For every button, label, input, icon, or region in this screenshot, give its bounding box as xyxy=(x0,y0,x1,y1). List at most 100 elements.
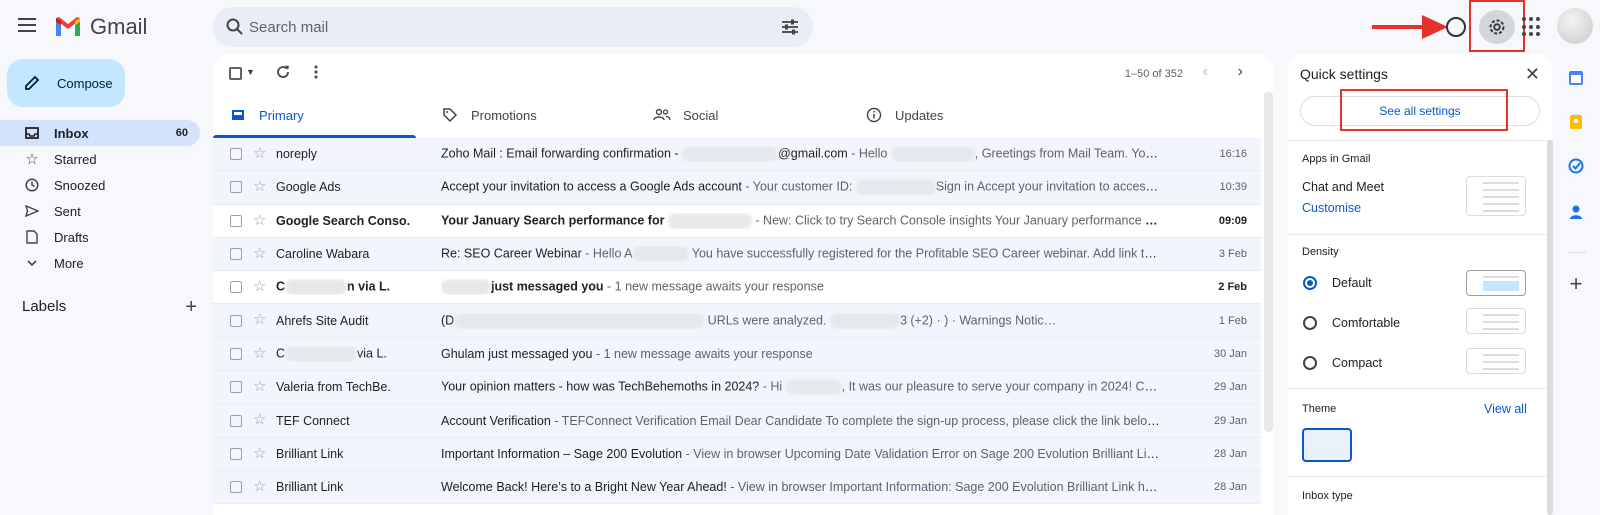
density-compact-preview xyxy=(1466,348,1526,374)
star-icon[interactable]: ☆ xyxy=(253,412,266,427)
theme-view-all-link[interactable]: View all xyxy=(1484,402,1527,416)
tab-label: Promotions xyxy=(471,107,537,123)
star-icon[interactable]: ☆ xyxy=(253,479,266,494)
main-menu-icon[interactable] xyxy=(18,15,40,37)
email-content: (D URLs were analyzed. 3 (+2) · ) · Warn… xyxy=(441,312,1161,329)
email-row[interactable]: ☆ Ahrefs Site Audit (D URLs were analyze… xyxy=(213,304,1261,338)
row-checkbox[interactable] xyxy=(230,148,242,161)
apps-value: Chat and Meet xyxy=(1302,180,1384,194)
sidebar-item-starred[interactable]: ☆ Starred xyxy=(0,146,200,172)
search-bar[interactable] xyxy=(213,7,813,47)
redacted-text xyxy=(855,179,936,196)
email-row[interactable]: ☆ Cn via L. just messaged you - 1 new me… xyxy=(213,271,1261,305)
tab-social[interactable]: Social xyxy=(637,92,849,138)
email-snippet: - TEFConnect Verification Email Dear Can… xyxy=(550,413,1161,428)
density-compact-label[interactable]: Compact xyxy=(1332,356,1382,370)
refresh-icon[interactable] xyxy=(275,64,291,80)
star-icon[interactable]: ☆ xyxy=(253,279,266,294)
search-options-icon[interactable] xyxy=(781,18,799,36)
add-addon-icon[interactable]: + xyxy=(1566,271,1586,296)
email-row[interactable]: ☆ Cvia L. Ghulam just messaged you - 1 n… xyxy=(213,337,1261,372)
star-icon[interactable]: ☆ xyxy=(253,213,266,228)
density-comfortable-radio[interactable] xyxy=(1303,316,1317,330)
contacts-icon[interactable] xyxy=(1566,202,1586,222)
row-checkbox[interactable] xyxy=(230,414,242,427)
see-all-settings-highlight xyxy=(1340,89,1508,131)
density-comfortable-label[interactable]: Comfortable xyxy=(1332,316,1400,330)
calendar-icon[interactable] xyxy=(1566,68,1586,88)
search-input[interactable] xyxy=(249,7,729,47)
star-icon[interactable]: ☆ xyxy=(253,246,266,261)
email-subject: (D xyxy=(441,312,455,327)
quick-settings-scrollbar[interactable] xyxy=(1547,140,1553,515)
row-checkbox[interactable] xyxy=(230,281,242,294)
email-row[interactable]: ☆ Valeria from TechBe. Your opinion matt… xyxy=(213,371,1261,405)
row-checkbox[interactable] xyxy=(230,347,242,360)
email-sender: TEF Connect xyxy=(276,413,350,428)
email-content: Welcome Back! Here’s to a Bright New Yea… xyxy=(441,480,1161,494)
row-checkbox[interactable] xyxy=(230,248,242,261)
email-row[interactable]: ☆ Google Search Conso. Your January Sear… xyxy=(213,204,1261,238)
gmail-logo[interactable]: Gmail xyxy=(54,14,147,40)
email-subject: Re: SEO Career Webinar xyxy=(441,246,582,261)
sidebar-item-sent[interactable]: Sent xyxy=(0,198,200,224)
email-date: 3 Feb xyxy=(1218,248,1247,261)
density-default-label[interactable]: Default xyxy=(1332,276,1372,290)
sidebar-item-inbox[interactable]: Inbox 60 xyxy=(0,120,200,146)
star-icon[interactable]: ☆ xyxy=(253,312,266,327)
density-compact-radio[interactable] xyxy=(1303,356,1317,370)
compose-button[interactable]: Compose xyxy=(7,59,125,107)
search-icon[interactable] xyxy=(225,17,245,37)
density-default-radio[interactable] xyxy=(1303,276,1317,290)
help-icon[interactable] xyxy=(1446,17,1466,37)
row-checkbox[interactable] xyxy=(230,381,242,394)
redacted-text xyxy=(285,345,358,362)
email-row[interactable]: ☆ TEF Connect Account Verification - TEF… xyxy=(213,404,1261,438)
add-label-button[interactable]: + xyxy=(185,296,197,319)
email-date: 28 Jan xyxy=(1213,447,1247,460)
settings-button[interactable] xyxy=(1479,10,1515,44)
sidebar-item-more[interactable]: More xyxy=(0,250,200,276)
mail-list-scrollbar[interactable] xyxy=(1264,92,1273,432)
email-row[interactable]: ☆ Caroline Wabara Re: SEO Career Webinar… xyxy=(213,237,1261,272)
google-apps-icon[interactable] xyxy=(1522,17,1542,37)
row-checkbox[interactable] xyxy=(230,214,242,227)
email-snippet: - View in browser Important Information:… xyxy=(730,480,1161,495)
email-row[interactable]: ☆ Brilliant Link Welcome Back! Here’s to… xyxy=(213,470,1261,505)
tab-primary[interactable]: Primary xyxy=(213,92,425,138)
more-vert-icon[interactable] xyxy=(308,64,324,80)
keep-icon[interactable] xyxy=(1566,112,1586,132)
next-page-icon[interactable]: › xyxy=(1238,63,1243,81)
previous-page-icon[interactable]: ‹ xyxy=(1203,63,1208,81)
tab-promotions[interactable]: Promotions xyxy=(425,92,637,138)
people-icon xyxy=(653,106,671,124)
email-date: 28 Jan xyxy=(1213,481,1247,494)
email-row[interactable]: ☆ Google Ads Accept your invitation to a… xyxy=(213,171,1261,205)
row-checkbox[interactable] xyxy=(230,181,242,194)
sidebar-item-drafts[interactable]: Drafts xyxy=(0,224,200,250)
row-checkbox[interactable] xyxy=(230,447,242,460)
email-sender: Cvia L. xyxy=(276,345,426,362)
star-icon[interactable]: ☆ xyxy=(253,446,266,461)
star-icon[interactable]: ☆ xyxy=(253,179,266,194)
mail-toolbar: ▼ 1–50 of 352 ‹ › xyxy=(213,54,1273,92)
select-dropdown-icon[interactable]: ▼ xyxy=(246,67,255,77)
select-all-checkbox[interactable] xyxy=(229,67,242,80)
email-date: 1 Feb xyxy=(1218,314,1247,327)
star-icon[interactable]: ☆ xyxy=(253,346,266,361)
row-checkbox[interactable] xyxy=(230,481,242,494)
density-heading: Density xyxy=(1302,246,1339,258)
star-icon[interactable]: ☆ xyxy=(253,146,266,161)
close-icon[interactable]: ✕ xyxy=(1525,64,1540,85)
email-row[interactable]: ☆ noreply Zoho Mail : Email forwarding c… xyxy=(213,138,1261,172)
account-avatar[interactable] xyxy=(1557,8,1593,44)
tab-updates[interactable]: Updates xyxy=(849,92,1061,138)
tasks-icon[interactable] xyxy=(1566,156,1586,176)
customise-link[interactable]: Customise xyxy=(1302,201,1361,215)
email-row[interactable]: ☆ Brilliant Link Important Information –… xyxy=(213,437,1261,471)
sidebar-item-snoozed[interactable]: Snoozed xyxy=(0,172,200,198)
row-checkbox[interactable] xyxy=(230,314,242,327)
quick-settings-panel: Quick settings ✕ See all settings Apps i… xyxy=(1288,54,1552,515)
star-icon[interactable]: ☆ xyxy=(253,379,266,394)
theme-preview[interactable] xyxy=(1302,428,1352,462)
